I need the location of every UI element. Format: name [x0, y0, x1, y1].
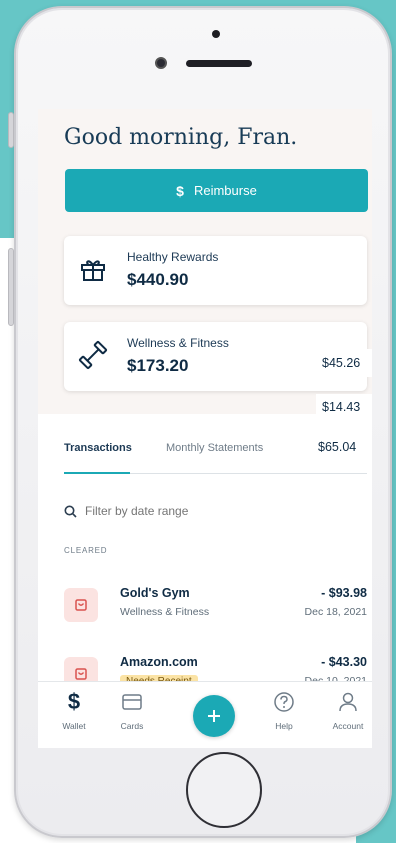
transaction-row[interactable]: Gold's Gym Wellness & Fitness - $93.98 D…	[64, 582, 367, 632]
account-icon	[339, 692, 357, 712]
nav-account-label: Account	[332, 721, 364, 731]
front-sensor	[212, 30, 220, 38]
transaction-amount: - $93.98	[321, 586, 367, 600]
nav-help-label: Help	[275, 721, 293, 731]
front-camera	[155, 57, 167, 69]
mute-switch	[8, 112, 14, 148]
gift-icon	[81, 260, 105, 281]
app-screen: Good morning, Fran. $ Reimburse Healthy …	[38, 109, 372, 748]
nav-wallet-label: Wallet	[62, 721, 86, 731]
search-icon	[64, 505, 77, 518]
page-title: Good morning, Fran.	[64, 125, 298, 150]
tab-amount: $65.04	[318, 440, 357, 454]
add-button[interactable]	[193, 695, 235, 737]
section-header-cleared: CLEARED	[64, 546, 108, 555]
transaction-date: Dec 18, 2021	[304, 606, 367, 618]
stage: Good morning, Fran. $ Reimburse Healthy …	[0, 0, 396, 843]
tab-monthly-statements[interactable]: Monthly Statements	[166, 442, 263, 454]
nav-cards[interactable]: Cards	[106, 690, 158, 731]
floating-amount: $14.43	[316, 394, 372, 420]
plus-icon	[208, 710, 220, 722]
transaction-category: Wellness & Fitness	[120, 606, 210, 618]
receipt-icon	[64, 588, 98, 622]
filter-bar	[64, 504, 285, 518]
card-balance: $440.90	[127, 270, 189, 289]
earpiece-speaker	[186, 60, 252, 67]
tab-bar: Transactions Monthly Statements $65.04	[38, 420, 372, 476]
dumbbell-icon	[78, 340, 108, 370]
transaction-merchant: Gold's Gym	[120, 586, 190, 600]
card-label: Wellness & Fitness	[127, 336, 229, 350]
healthy-rewards-card[interactable]: Healthy Rewards $440.90	[64, 236, 367, 305]
floating-amount: $45.26	[316, 349, 372, 377]
volume-button	[8, 248, 14, 326]
wallet-dollar-icon: $	[67, 689, 81, 714]
reimburse-label: Reimburse	[193, 183, 257, 198]
reimburse-button[interactable]: $ Reimburse	[65, 169, 368, 212]
transaction-amount: - $43.30	[321, 655, 367, 669]
nav-help[interactable]: Help	[258, 690, 310, 731]
card-balance: $173.20	[127, 356, 189, 375]
home-button[interactable]	[186, 752, 262, 828]
nav-cards-label: Cards	[120, 721, 144, 731]
transaction-merchant: Amazon.com	[120, 655, 198, 669]
help-icon	[274, 692, 294, 712]
nav-wallet[interactable]: $ Wallet	[48, 689, 100, 732]
active-tab-indicator	[64, 472, 130, 474]
card-icon	[122, 694, 142, 710]
nav-account[interactable]: Account	[322, 690, 372, 731]
card-label: Healthy Rewards	[127, 250, 219, 264]
tab-transactions[interactable]: Transactions	[64, 442, 132, 454]
dollar-icon: $	[176, 182, 184, 199]
date-range-filter-input[interactable]	[85, 504, 285, 518]
